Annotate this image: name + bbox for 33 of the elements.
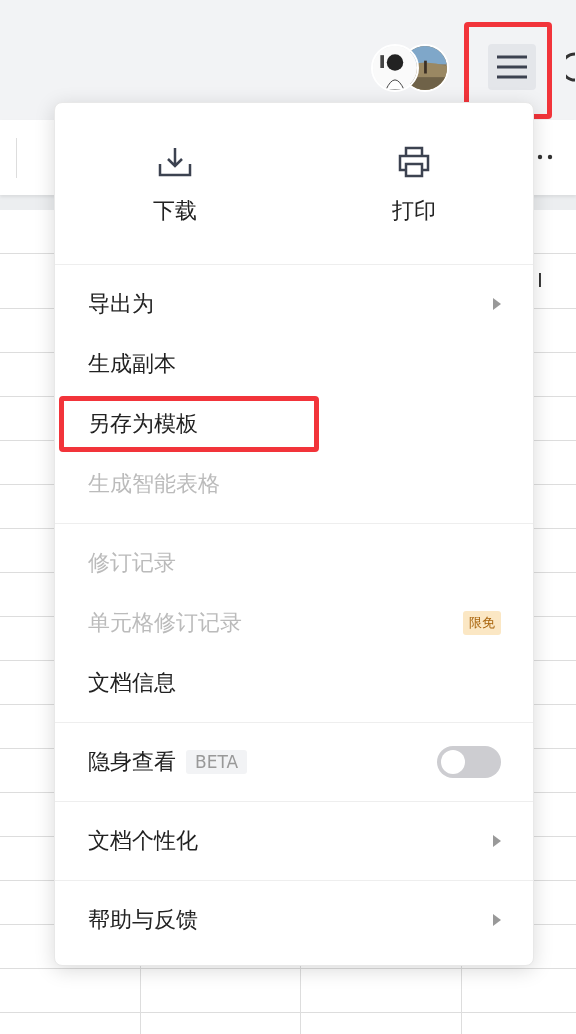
print-button[interactable]: 打印: [294, 103, 533, 264]
menu-item[interactable]: 另存为模板: [55, 394, 533, 454]
item-label: 生成副本: [88, 350, 176, 378]
ring-icon: [566, 52, 576, 82]
toggle-switch[interactable]: [437, 746, 501, 778]
item-label: 导出为: [88, 290, 154, 318]
submenu-arrow-icon: [493, 298, 501, 310]
item-label: 修订记录: [88, 549, 176, 577]
submenu-arrow-icon: [493, 914, 501, 926]
item-label: 隐身查看: [88, 748, 176, 776]
download-button[interactable]: 下载: [55, 103, 294, 264]
menu-item[interactable]: 文档个性化: [55, 811, 533, 871]
menu-item[interactable]: 隐身查看 BETA: [55, 732, 533, 792]
beta-tag: BETA: [186, 750, 248, 774]
item-label: 文档个性化: [88, 827, 198, 855]
menu-item[interactable]: 导出为: [55, 274, 533, 334]
menu-item[interactable]: 生成副本: [55, 334, 533, 394]
menu-icon: [497, 55, 527, 79]
column-header: I: [537, 268, 543, 292]
printer-icon: [396, 146, 431, 178]
item-label: 文档信息: [88, 669, 176, 697]
menu-item[interactable]: 文档信息: [55, 653, 533, 713]
download-icon: [157, 146, 192, 178]
action-label: 下载: [152, 197, 197, 225]
submenu-arrow-icon: [493, 835, 501, 847]
item-label: 生成智能表格: [88, 470, 220, 498]
menu-button[interactable]: [488, 44, 536, 90]
action-label: 打印: [391, 197, 436, 225]
item-label: 帮助与反馈: [88, 906, 198, 934]
free-badge: 限免: [463, 611, 501, 635]
menu-item[interactable]: 帮助与反馈: [55, 890, 533, 950]
item-label: 另存为模板: [88, 410, 198, 438]
item-label: 单元格修订记录: [88, 609, 242, 637]
